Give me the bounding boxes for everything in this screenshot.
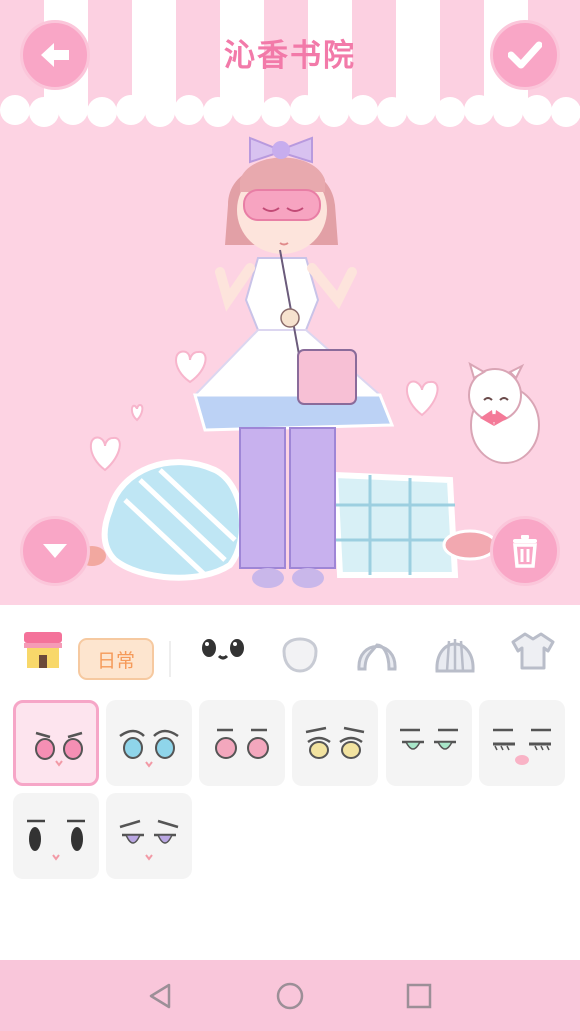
eyes-yellow-icon	[305, 726, 365, 759]
heart-icon	[406, 380, 439, 417]
eye-option-6[interactable]	[479, 700, 565, 786]
eye-option-2[interactable]	[106, 700, 192, 786]
category-divider	[169, 641, 171, 677]
circle-home-icon	[276, 982, 304, 1010]
eyes-sleepy-icon	[493, 728, 551, 765]
eyes-blue-icon	[119, 729, 179, 768]
category-bar: 日常	[0, 619, 580, 689]
eyes-green-icon	[400, 728, 458, 750]
collapse-button[interactable]	[20, 516, 90, 586]
eye-option-5[interactable]	[386, 700, 472, 786]
category-hair-back[interactable]	[431, 627, 479, 675]
face-icon	[282, 637, 318, 673]
heart-icon	[89, 436, 121, 472]
eye-option-4[interactable]	[292, 700, 378, 786]
shop-icon	[24, 632, 62, 668]
nav-recents-button[interactable]	[401, 978, 437, 1014]
triangle-back-icon	[149, 983, 171, 1009]
category-face[interactable]	[276, 627, 324, 675]
trash-icon	[513, 535, 537, 568]
category-hair-front[interactable]	[353, 627, 401, 675]
shirt-icon	[511, 632, 555, 670]
system-nav-bar	[0, 960, 580, 1031]
nav-home-button[interactable]	[272, 978, 308, 1014]
category-eyes[interactable]	[196, 627, 250, 671]
eye-option-3[interactable]	[199, 700, 285, 786]
customization-panel: 日常	[0, 605, 580, 960]
heart-icon	[175, 350, 207, 384]
heart-icon	[130, 403, 144, 422]
category-clothes[interactable]	[509, 627, 557, 675]
eyes-icon	[202, 639, 244, 660]
eye-option-7[interactable]	[13, 793, 99, 879]
pillow-right	[331, 471, 459, 578]
square-recents-icon	[406, 983, 432, 1009]
shop-button[interactable]	[20, 627, 66, 673]
pillow-left	[101, 459, 245, 581]
eyes-pink-icon	[35, 731, 83, 767]
eye-option-1[interactable]	[13, 700, 99, 786]
character-illustration	[78, 136, 540, 588]
eyes-black-icon	[27, 819, 85, 861]
hair-front-icon	[357, 643, 397, 671]
eyes-soft-pink-icon	[215, 728, 269, 759]
delete-button[interactable]	[490, 516, 560, 586]
chevron-down-icon	[43, 544, 67, 558]
category-tag-daily[interactable]: 日常	[78, 638, 154, 680]
character-stage: 沁香书院	[0, 0, 580, 605]
eye-option-8[interactable]	[106, 793, 192, 879]
eyes-purple-icon	[119, 819, 179, 861]
cat	[468, 361, 540, 464]
nav-back-button[interactable]	[142, 978, 178, 1014]
hair-back-icon	[435, 639, 475, 673]
